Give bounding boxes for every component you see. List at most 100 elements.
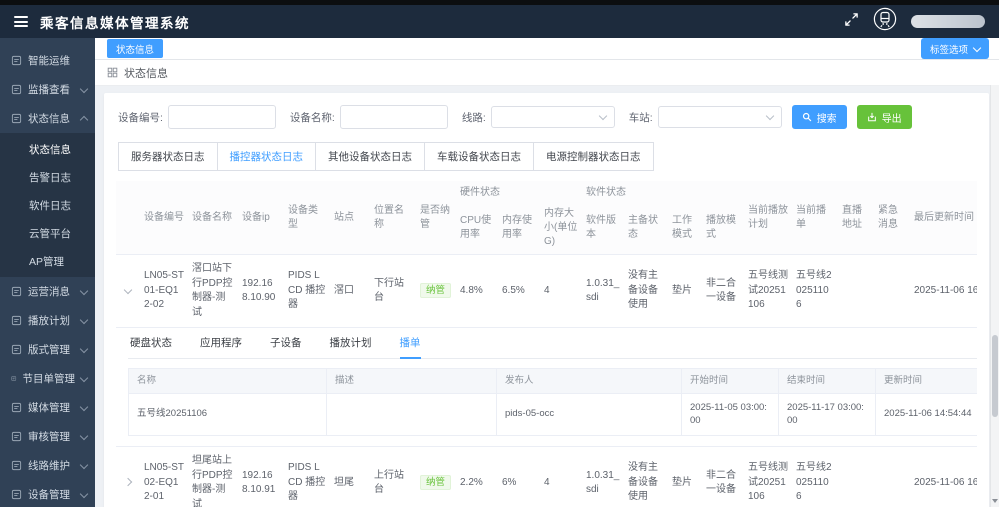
chevron-up-icon	[80, 115, 88, 123]
schedule-icon	[11, 315, 22, 326]
detail-tab-play-plan[interactable]: 播放计划	[330, 336, 372, 358]
tag-options-button[interactable]: 标签选项	[921, 38, 989, 59]
column-header: 名称	[129, 369, 327, 393]
submenu-item-software-log[interactable]: 软件日志	[0, 191, 95, 219]
device-name-input[interactable]	[340, 105, 448, 129]
export-button[interactable]: 导出	[857, 105, 912, 129]
sidebar-item-program-mgmt[interactable]: 节目单管理	[0, 364, 95, 393]
cell	[327, 393, 497, 436]
vertical-scrollbar[interactable]	[990, 85, 999, 507]
audit-icon	[11, 431, 22, 442]
column-header: 结束时间	[779, 369, 876, 393]
device-no-input[interactable]	[168, 105, 276, 129]
tab-other-device-status-log[interactable]: 其他设备状态日志	[315, 142, 425, 171]
chevron-down-icon	[80, 402, 88, 410]
chevron-down-icon	[80, 84, 88, 92]
column-header: 开始时间	[682, 369, 779, 393]
hamburger-menu-icon[interactable]	[14, 16, 28, 27]
table-scroll-area[interactable]: 设备编号 设备名称 设备ip 设备类型 站点 位置名称 是否纳管 硬件状态 软件…	[116, 181, 977, 507]
scrollbar-thumb[interactable]	[992, 335, 998, 417]
cell: 2025-11-06 16:	[910, 255, 977, 328]
tab-server-status-log[interactable]: 服务器状态日志	[118, 142, 218, 171]
cell	[838, 255, 874, 328]
app-title: 乘客信息媒体管理系统	[40, 12, 190, 32]
cell: 五号线测试20251106	[744, 447, 792, 507]
main-area: 状态信息 标签选项 状态信息 设备编号: 设备名称:	[95, 38, 999, 507]
sidebar: 智能运维 监播查看 状态信息 状态信息 告警日志 软件日志 云管平台 AP管理 …	[0, 38, 95, 507]
cell: 垫片	[668, 255, 702, 328]
software-status-group-header: 软件状态	[582, 181, 744, 202]
station-label: 车站:	[629, 110, 653, 125]
tab-controller-status-log[interactable]: 播控器状态日志	[217, 142, 317, 171]
line-select[interactable]	[491, 106, 615, 128]
table-row: LN05-ST02-EQ12-01 坦尾站上行PDP控制器-测试 192.168…	[116, 447, 977, 507]
sidebar-item-play-plan[interactable]: 播放计划	[0, 306, 95, 335]
cell: 非二合一设备	[702, 255, 744, 328]
search-button[interactable]: 搜索	[792, 105, 847, 129]
column-header: 紧急消息	[874, 181, 910, 255]
submenu-item-alarm-log[interactable]: 告警日志	[0, 163, 95, 191]
submenu-item-status-info[interactable]: 状态信息	[0, 135, 95, 163]
detail-tab-applications[interactable]: 应用程序	[200, 336, 242, 358]
submenu-item-ap-management[interactable]: AP管理	[0, 247, 95, 275]
cell: 1.0.31_sdi	[582, 447, 624, 507]
tag-status-info[interactable]: 状态信息	[107, 39, 163, 58]
redacted-username	[911, 15, 985, 28]
scroll-down-arrow[interactable]	[991, 497, 999, 505]
managed-badge: 纳管	[420, 283, 451, 298]
detail-tab-playlist[interactable]: 播单	[400, 336, 421, 359]
sidebar-item-device-mgmt[interactable]: 设备管理	[0, 480, 95, 507]
app-window: 乘客信息媒体管理系统	[0, 0, 999, 507]
sidebar-item-status-info[interactable]: 状态信息	[0, 104, 95, 133]
sidebar-item-line-maintenance[interactable]: 线路维护	[0, 451, 95, 480]
cell: 192.168.10.90	[238, 255, 284, 328]
cell: 2025-11-06 14:54:44	[876, 393, 978, 436]
user-avatar[interactable]	[873, 7, 897, 36]
cell: 6%	[498, 447, 540, 507]
cell: 192.168.10.91	[238, 447, 284, 507]
column-header: 位置名称	[370, 181, 416, 255]
fullscreen-icon[interactable]	[844, 12, 859, 32]
cell: 4.8%	[456, 255, 498, 328]
sidebar-item-ops-message[interactable]: 运营消息	[0, 277, 95, 306]
tab-power-controller-status-log[interactable]: 电源控制器状态日志	[533, 142, 654, 171]
cell	[838, 447, 874, 507]
cell: 垫片	[668, 447, 702, 507]
cell: 6.5%	[498, 255, 540, 328]
cell: 2025-11-05 03:00:00	[682, 393, 779, 436]
tab-vehicle-device-status-log[interactable]: 车载设备状态日志	[424, 142, 534, 171]
cell	[874, 255, 910, 328]
station-select[interactable]	[658, 106, 782, 128]
status-panel: 设备编号: 设备名称: 线路: 车站: 搜索	[104, 93, 989, 507]
cell: 五号线测试20251106	[744, 255, 792, 328]
ops-icon	[11, 55, 22, 66]
column-header: 设备ip	[238, 181, 284, 255]
sidebar-item-layout-mgmt[interactable]: 版式管理	[0, 335, 95, 364]
cell: 2025-11-06 16:	[910, 447, 977, 507]
detail-tabs: 硬盘状态 应用程序 子设备 播放计划 播单	[128, 330, 977, 359]
detail-tab-sub-devices[interactable]: 子设备	[270, 336, 302, 358]
status-table: 设备编号 设备名称 设备ip 设备类型 站点 位置名称 是否纳管 硬件状态 软件…	[116, 181, 977, 507]
detail-tab-disk-status[interactable]: 硬盘状态	[130, 336, 172, 358]
expanded-detail-row: 硬盘状态 应用程序 子设备 播放计划 播单	[116, 328, 977, 447]
cell: 坦尾站上行PDP控制器-测试	[188, 447, 238, 507]
chevron-down-icon	[80, 373, 88, 381]
cell: PIDS LCD 播控器	[284, 447, 330, 507]
search-icon	[802, 112, 812, 122]
collapse-row-icon[interactable]	[124, 286, 132, 294]
sidebar-item-smart-ops[interactable]: 智能运维	[0, 46, 95, 75]
submenu-item-cloud-platform[interactable]: 云管平台	[0, 219, 95, 247]
cell: 下行站台	[370, 255, 416, 328]
cell: 1.0.31_sdi	[582, 255, 624, 328]
column-header: 直播地址	[838, 181, 874, 255]
device-no-label: 设备编号:	[118, 110, 163, 125]
sidebar-item-audit-mgmt[interactable]: 审核管理	[0, 422, 95, 451]
cell: 滘口站下行PDP控制器-测试	[188, 255, 238, 328]
expand-row-icon[interactable]	[124, 478, 132, 486]
column-header: 内存使用率	[498, 202, 540, 255]
tag-bar: 状态信息 标签选项	[95, 38, 999, 60]
breadcrumb: 状态信息	[95, 60, 999, 86]
sidebar-item-monitor-view[interactable]: 监播查看	[0, 75, 95, 104]
cell: 2.2%	[456, 447, 498, 507]
sidebar-item-media-mgmt[interactable]: 媒体管理	[0, 393, 95, 422]
